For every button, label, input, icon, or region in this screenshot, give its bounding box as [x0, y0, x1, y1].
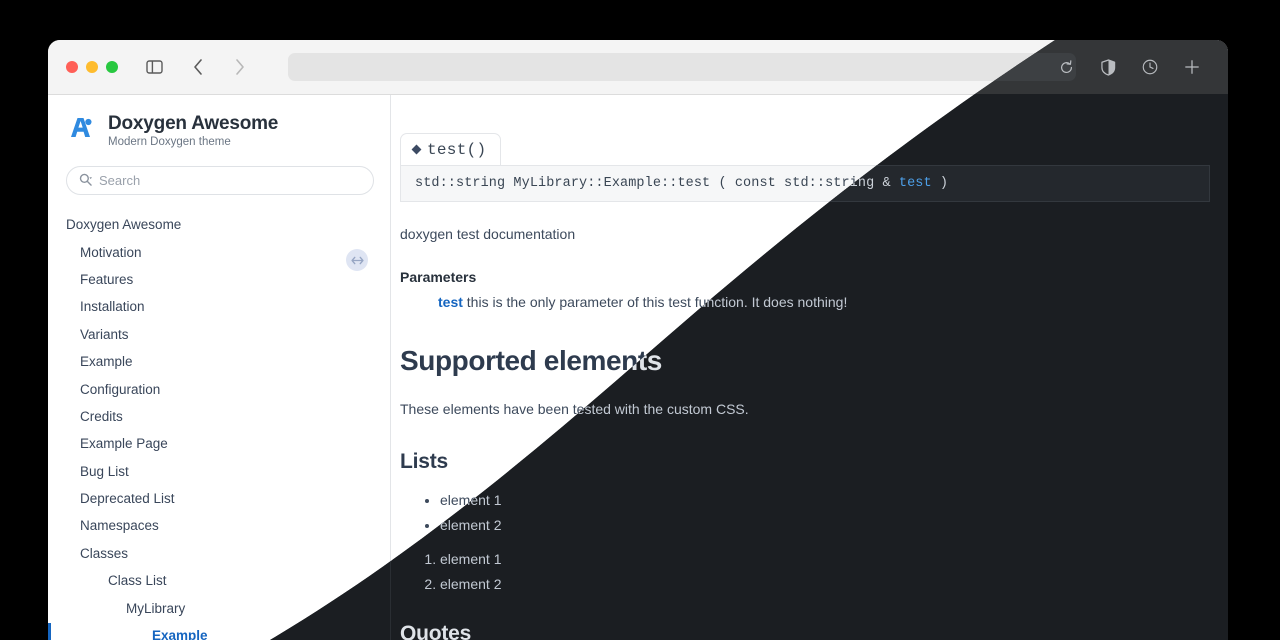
sidebar-item-configuration[interactable]: Configuration — [48, 375, 390, 402]
reload-icon-dark[interactable] — [1052, 55, 1080, 79]
sidebar-item-example-page[interactable]: Example Page — [48, 430, 390, 457]
sidebar-item-motivation[interactable]: Motivation — [48, 238, 390, 265]
back-button[interactable] — [184, 55, 212, 79]
sidebar-item-example[interactable]: Example — [48, 348, 390, 375]
sidebar-item-namespaces[interactable]: Namespaces — [48, 512, 390, 539]
sidebar-item-variants[interactable]: Variants — [48, 321, 390, 348]
list-item: element 1 — [440, 492, 1210, 508]
sidebar-item-classes[interactable]: Classes — [48, 540, 390, 567]
search-input[interactable]: Search — [66, 166, 374, 195]
plus-icon-dark[interactable] — [1178, 55, 1206, 79]
sidebar-item-doxygen-awesome[interactable]: Doxygen Awesome — [48, 211, 390, 238]
window-controls[interactable] — [66, 61, 118, 73]
brand-title: Doxygen Awesome — [108, 113, 278, 135]
sidebar-item-label: Credits — [80, 409, 123, 424]
clock-icon-dark[interactable] — [1136, 55, 1164, 79]
sidebar-item-class-list[interactable]: Class List — [48, 567, 390, 594]
sidebar-item-label: Variants — [80, 327, 129, 342]
list-item: element 1 — [440, 551, 1210, 567]
sidebar-item-label: Deprecated List — [80, 491, 175, 506]
sidebar-item-features[interactable]: Features — [48, 266, 390, 293]
active-indicator-bar — [48, 623, 51, 640]
sidebar-item-label: Configuration — [80, 382, 160, 397]
signature-param-dark: test — [899, 176, 932, 191]
heading-quotes-dark: Quotes — [400, 622, 1210, 640]
shield-icon-dark[interactable] — [1094, 55, 1122, 79]
sidebar: Doxygen Awesome Modern Doxygen theme Sea… — [48, 95, 391, 640]
sidebar-item-label: Example Page — [80, 436, 168, 451]
sidebar-nav: Doxygen Awesome Motivation Features Install… — [48, 211, 390, 640]
sidebar-item-label: Features — [80, 272, 133, 287]
sidebar-item-label: Installation — [80, 299, 145, 314]
sidebar-item-credits[interactable]: Credits — [48, 403, 390, 430]
signature-prefix: std::string MyLibrary::Example::test ( c… — [415, 176, 899, 191]
search-icon — [79, 173, 92, 189]
member-tab-label: test() — [427, 141, 486, 159]
browser-window: Doxygen Awesome Modern Doxygen theme Sea… — [48, 40, 1228, 640]
search-placeholder: Search — [99, 173, 140, 188]
sidebar-item-label: Doxygen Awesome — [66, 217, 181, 232]
member-tab-test[interactable]: test() — [400, 133, 501, 165]
sidebar-item-label: Class List — [108, 573, 167, 588]
forward-button[interactable] — [226, 55, 254, 79]
sidebar-item-installation[interactable]: Installation — [48, 293, 390, 320]
list-item: element 2 — [440, 576, 1210, 592]
nav-sync-arrows-icon[interactable] — [346, 249, 368, 271]
parameter-name: test — [438, 294, 463, 310]
sidebar-item-label: Example — [80, 354, 133, 369]
doxygen-awesome-logo-icon — [66, 113, 96, 148]
sidebar-item-label: Namespaces — [80, 518, 159, 533]
address-bar[interactable] — [288, 53, 1076, 81]
sidebar-item-label: Classes — [80, 546, 128, 561]
close-button[interactable] — [66, 61, 78, 73]
screenshot-stage: Doxygen Awesome Modern Doxygen theme Sea… — [0, 0, 1280, 640]
brand[interactable]: Doxygen Awesome Modern Doxygen theme — [48, 95, 390, 148]
sidebar-item-label: Bug List — [80, 464, 129, 479]
brand-subtitle: Modern Doxygen theme — [108, 136, 278, 148]
maximize-button[interactable] — [106, 61, 118, 73]
sidebar-item-label: MyLibrary — [126, 601, 185, 616]
unordered-list-dark: element 1 element 2 — [440, 492, 1210, 533]
signature-suffix-dark: ) — [932, 176, 948, 191]
sidebar-icon[interactable] — [140, 55, 168, 79]
ordered-list-dark: element 1 element 2 — [440, 551, 1210, 592]
diamond-bullet-icon — [412, 145, 422, 155]
sidebar-item-bug-list[interactable]: Bug List — [48, 458, 390, 485]
list-item: element 2 — [440, 517, 1210, 533]
sidebar-item-label: Motivation — [80, 245, 142, 260]
sidebar-item-deprecated-list[interactable]: Deprecated List — [48, 485, 390, 512]
minimize-button[interactable] — [86, 61, 98, 73]
sidebar-item-label: Example — [152, 628, 208, 640]
